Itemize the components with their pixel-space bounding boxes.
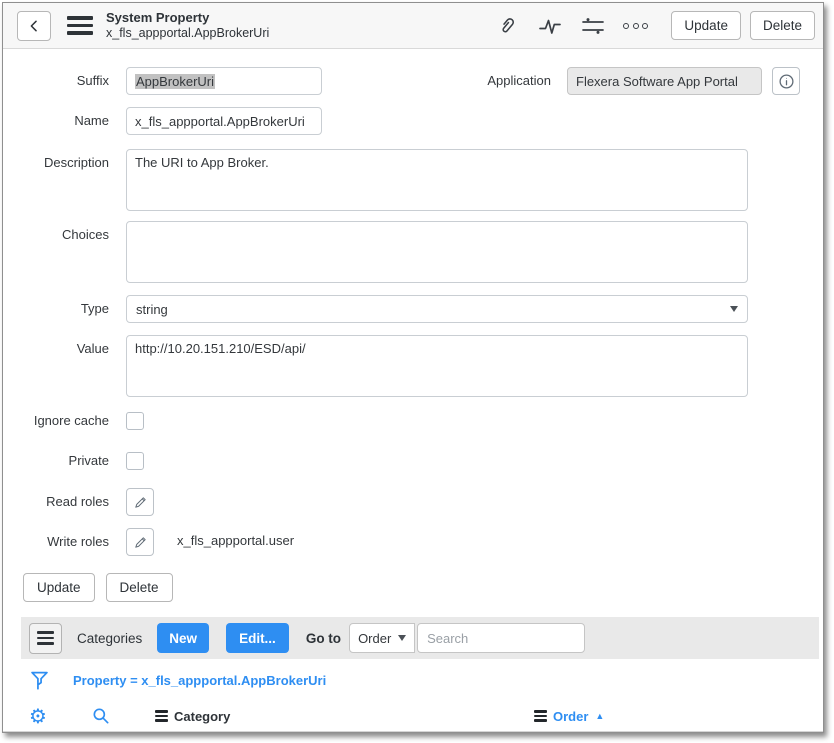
ignore-cache-checkbox[interactable]	[126, 412, 144, 430]
choices-textarea[interactable]	[126, 221, 748, 283]
description-label: Description	[23, 149, 126, 170]
read-roles-edit-button[interactable]	[126, 488, 154, 516]
value-textarea[interactable]: http://10.20.151.210/ESD/api/	[126, 335, 748, 397]
more-options-icon[interactable]	[623, 23, 648, 29]
suffix-label: Suffix	[23, 67, 126, 88]
application-field: Flexera Software App Portal	[567, 67, 762, 95]
activity-stream-icon[interactable]	[537, 13, 563, 39]
chevron-left-icon	[27, 19, 41, 33]
write-roles-label: Write roles	[23, 528, 126, 549]
sort-ascending-icon: ▲	[595, 711, 604, 721]
ignore-cache-label: Ignore cache	[23, 412, 126, 428]
related-list-header-bar: Categories New Edit... Go to Order	[21, 617, 819, 659]
suffix-input[interactable]: AppBrokerUri	[126, 67, 322, 95]
application-value: Flexera Software App Portal	[576, 74, 738, 89]
record-subtitle: x_fls_appportal.AppBrokerUri	[106, 26, 269, 42]
funnel-icon[interactable]	[29, 668, 50, 692]
search-icon[interactable]	[91, 701, 111, 731]
update-button-header[interactable]: Update	[671, 11, 741, 40]
pencil-icon	[133, 535, 148, 550]
write-roles-edit-button[interactable]	[126, 528, 154, 556]
related-list-title: Categories	[77, 631, 142, 646]
filter-breadcrumb[interactable]: Property = x_fls_appportal.AppBrokerUri	[73, 673, 326, 688]
value-label: Value	[23, 335, 126, 356]
hamburger-icon	[37, 631, 54, 645]
private-checkbox[interactable]	[126, 452, 144, 470]
name-input[interactable]	[126, 107, 322, 135]
column-menu-icon[interactable]	[534, 710, 547, 721]
form-context-menu-icon[interactable]	[67, 15, 93, 37]
type-select[interactable]: string	[126, 295, 748, 323]
page-title: System Property	[106, 10, 269, 26]
update-button-footer[interactable]: Update	[23, 573, 95, 602]
info-circle-icon	[778, 73, 795, 90]
new-button[interactable]: New	[157, 623, 209, 653]
description-textarea[interactable]: The URI to App Broker.	[126, 149, 748, 211]
application-label: Application	[487, 67, 567, 88]
read-roles-label: Read roles	[23, 488, 126, 509]
sliders-icon[interactable]	[580, 13, 606, 39]
paperclip-icon[interactable]	[494, 13, 520, 39]
type-select-value: string	[136, 302, 168, 317]
related-list-context-menu-button[interactable]	[29, 623, 62, 654]
column-label[interactable]: Order	[553, 709, 588, 724]
column-header-order[interactable]: Order ▲	[534, 701, 604, 731]
name-label: Name	[23, 107, 126, 128]
pencil-icon	[133, 495, 148, 510]
edit-button[interactable]: Edit...	[226, 623, 289, 653]
header-actions: Update Delete	[494, 11, 815, 40]
chevron-down-icon	[398, 635, 406, 641]
suffix-selected-text: AppBrokerUri	[135, 74, 215, 89]
column-label[interactable]: Category	[174, 709, 230, 724]
related-list-search-input[interactable]	[417, 623, 585, 653]
column-header-category[interactable]: Category	[155, 701, 230, 731]
system-property-window: System Property x_fls_appportal.AppBroke…	[2, 2, 824, 733]
column-menu-icon[interactable]	[155, 710, 168, 721]
delete-button-footer[interactable]: Delete	[106, 573, 173, 602]
goto-select[interactable]: Order	[349, 623, 415, 653]
gear-icon[interactable]: ⚙	[29, 701, 47, 731]
related-list-column-header: ⚙ Category Order ▲	[3, 701, 823, 732]
type-label: Type	[23, 295, 126, 316]
delete-button-header[interactable]: Delete	[750, 11, 815, 40]
form-header: System Property x_fls_appportal.AppBroke…	[3, 3, 823, 49]
private-label: Private	[23, 452, 126, 468]
goto-label: Go to	[306, 631, 341, 646]
choices-label: Choices	[23, 221, 126, 242]
chevron-down-icon	[730, 306, 738, 312]
back-button[interactable]	[17, 11, 51, 41]
application-info-button[interactable]	[772, 67, 800, 95]
record-title-block: System Property x_fls_appportal.AppBroke…	[106, 10, 269, 42]
write-roles-value: x_fls_appportal.user	[177, 528, 294, 548]
form-body: Suffix AppBrokerUri Application Flexera …	[3, 49, 823, 556]
related-list-filter-row: Property = x_fls_appportal.AppBrokerUri	[3, 659, 823, 701]
goto-select-value: Order	[358, 631, 391, 646]
form-footer: Update Delete	[3, 568, 823, 602]
